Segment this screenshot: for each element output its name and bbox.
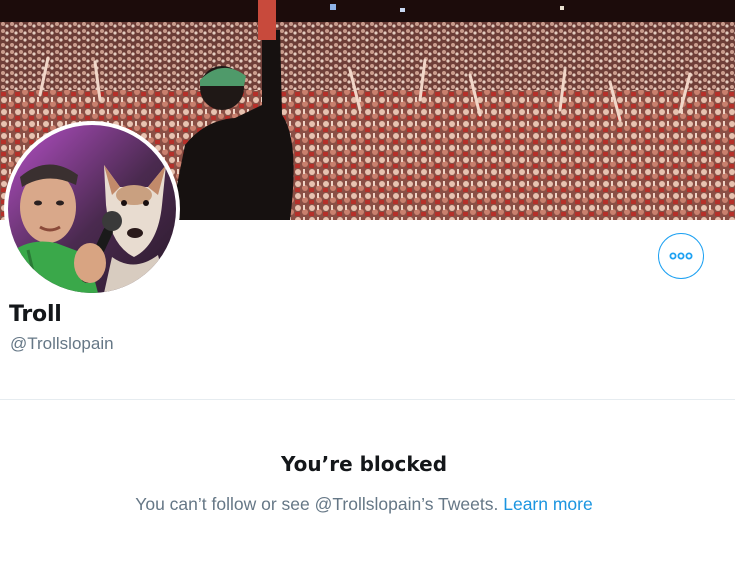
more-options-button[interactable]	[658, 233, 704, 279]
blocked-title: You’re blocked	[280, 452, 448, 476]
more-horizontal-icon	[669, 252, 693, 260]
profile-page: Troll @Trollslopain You’re blocked You c…	[0, 0, 735, 580]
blocked-message-text: You can’t follow or see @Trollslopain’s …	[135, 494, 499, 514]
profile-handle: @Trollslopain	[10, 334, 114, 353]
profile-avatar[interactable]	[4, 121, 180, 297]
avatar-image	[8, 125, 176, 293]
profile-display-name: Troll	[9, 302, 62, 327]
learn-more-link[interactable]: Learn more	[503, 494, 593, 514]
section-divider	[0, 399, 735, 400]
blocked-message: You can’t follow or see @Trollslopain’s …	[0, 494, 728, 515]
